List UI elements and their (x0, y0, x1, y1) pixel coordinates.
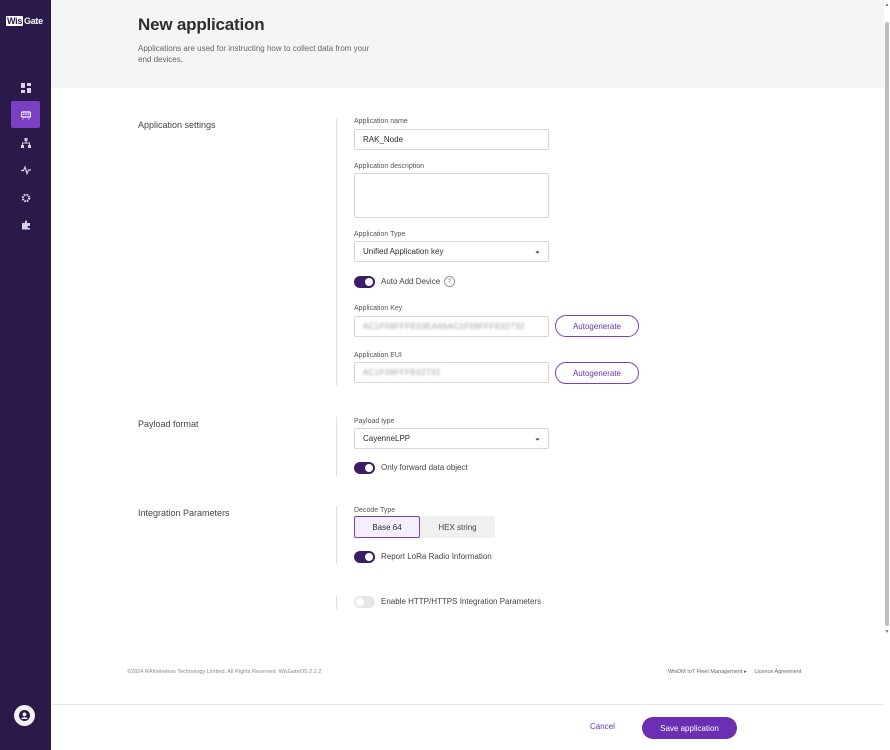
licence-agreement-link[interactable]: Licence Agreement (754, 669, 801, 675)
application-eui-value: AC1F09FFFE02732 (363, 368, 441, 377)
payload-type-value: CayenneLPP (363, 434, 411, 443)
scroll-down-arrow-icon[interactable]: ▼ (884, 629, 890, 635)
page-header: New application Applications are used fo… (51, 0, 884, 88)
only-forward-data-label: Only forward data object (381, 463, 468, 472)
extensions-icon (21, 220, 30, 229)
application-type-value: Unified Application key (363, 247, 444, 256)
page-title: New application (138, 15, 265, 34)
network-icon (20, 137, 31, 148)
only-forward-data-toggle[interactable] (354, 462, 375, 474)
help-icon[interactable]: ? (444, 276, 455, 287)
application-key-input[interactable]: AC1F09FFFE03EA66AC1F09FFFE02732 (354, 316, 549, 337)
report-lora-toggle[interactable] (354, 551, 375, 563)
sidebar-item-settings[interactable] (11, 184, 40, 211)
decode-hex-option[interactable]: HEX string (420, 516, 495, 538)
application-type-label: Application Type (354, 231, 406, 238)
decode-type-label: Decode Type (354, 507, 396, 514)
section-divider (336, 417, 337, 477)
app-root: Wis Gate New application Applications ar… (0, 0, 890, 750)
sidebar: Wis Gate (0, 0, 51, 750)
logo-suffix: Gate (24, 16, 43, 26)
application-name-label: Application name (354, 118, 408, 125)
section-payload-format: Payload format (138, 419, 199, 429)
sidebar-item-network[interactable] (11, 129, 40, 156)
copyright-text: ©2024 RAKwireless Technology Limited. Al… (127, 669, 322, 675)
application-description-textarea[interactable] (354, 173, 549, 218)
scroll-up-arrow-icon[interactable]: ▲ (884, 2, 890, 8)
sidebar-item-dashboard[interactable] (11, 74, 40, 101)
auto-add-device-toggle[interactable] (354, 276, 375, 288)
autogenerate-eui-button[interactable]: Autogenerate (555, 362, 639, 384)
fleet-management-link[interactable]: WisDM IoT Fleet Management ▸ (668, 669, 747, 675)
application-key-value: AC1F09FFFE03EA66AC1F09FFFE02732 (363, 322, 525, 331)
auto-add-device-label: Auto Add Device (381, 277, 441, 286)
chevron-down-icon (535, 438, 540, 441)
report-lora-label: Report LoRa Radio Information (381, 552, 492, 561)
section-divider (336, 506, 337, 564)
application-key-label: Application Key (354, 305, 403, 312)
scrollbar-thumb[interactable] (885, 22, 889, 626)
logo-prefix: Wis (6, 16, 24, 26)
chevron-down-icon (535, 251, 540, 254)
application-type-select[interactable]: Unified Application key (354, 241, 549, 262)
save-application-button[interactable]: Save application (642, 717, 737, 739)
section-divider (336, 595, 337, 610)
decode-base64-option[interactable]: Base 64 (354, 516, 420, 538)
cancel-button[interactable]: Cancel (590, 722, 615, 731)
enable-http-integration-label: Enable HTTP/HTTPS Integration Parameters (381, 597, 542, 606)
applications-icon (20, 110, 31, 119)
payload-type-select[interactable]: CayenneLPP (354, 428, 549, 449)
user-avatar[interactable] (14, 705, 35, 726)
enable-http-integration-toggle[interactable] (354, 596, 375, 608)
footer-links: WisDM IoT Fleet Management ▸ Licence Agr… (668, 669, 807, 675)
dashboard-icon (20, 82, 31, 93)
application-name-value: RAK_Node (363, 135, 404, 144)
application-eui-label: Application EUI (354, 352, 402, 359)
settings-icon (21, 193, 30, 202)
application-name-input[interactable]: RAK_Node (354, 129, 549, 150)
user-icon (19, 710, 30, 721)
page-subtitle: Applications are used for instructing ho… (138, 44, 370, 64)
activity-icon (20, 164, 31, 175)
application-description-label: Application description (354, 163, 425, 170)
section-integration-parameters: Integration Parameters (138, 508, 230, 518)
action-bar (51, 704, 884, 750)
section-application-settings: Application settings (138, 120, 216, 130)
wisgate-logo[interactable]: Wis Gate (6, 15, 46, 27)
autogenerate-key-button[interactable]: Autogenerate (555, 315, 639, 337)
payload-type-label: Payload type (354, 418, 395, 425)
application-eui-input[interactable]: AC1F09FFFE02732 (354, 362, 549, 383)
sidebar-item-extensions[interactable] (11, 211, 40, 238)
section-divider (336, 118, 337, 386)
sidebar-item-activity[interactable] (11, 156, 40, 183)
sidebar-item-applications[interactable] (11, 101, 40, 128)
